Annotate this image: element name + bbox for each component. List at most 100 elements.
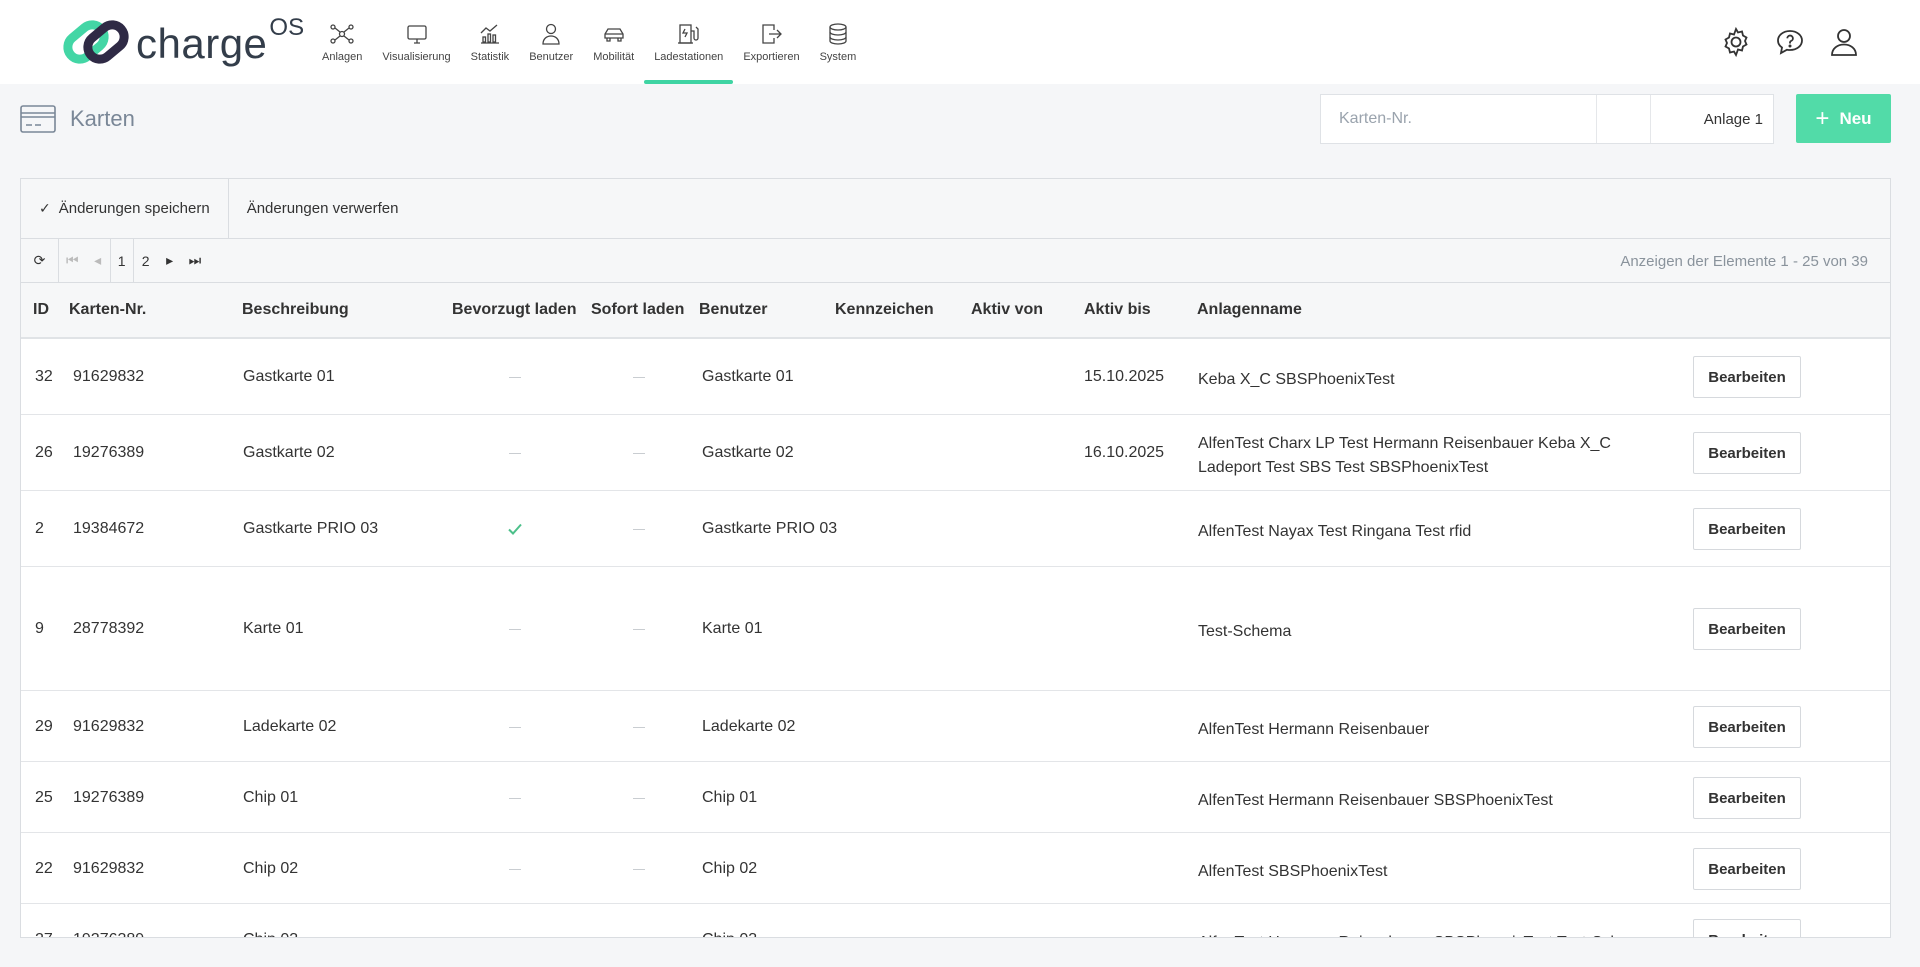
- nav-item-system[interactable]: System: [810, 0, 867, 84]
- check-icon: ✓: [39, 200, 51, 216]
- table-row[interactable]: 32 91629832 Gastkarte 01 Gastkarte 01 15.10.…: [21, 339, 1890, 415]
- edit-button[interactable]: Bearbeiten: [1693, 356, 1801, 398]
- car-icon: [604, 28, 624, 42]
- gear-icon[interactable]: [1720, 26, 1752, 58]
- col-id[interactable]: ID: [33, 301, 49, 319]
- nav-item-anlagen[interactable]: Anlagen: [312, 0, 372, 84]
- table-row[interactable]: 9 28778392 Karte 01 Karte 01 Test-Schema Bear…: [21, 567, 1890, 691]
- col-active-from[interactable]: Aktiv von: [971, 301, 1043, 319]
- search-divider: [1596, 95, 1651, 143]
- edit-button[interactable]: Bearbeiten: [1693, 508, 1801, 550]
- cell-plant: AlfenTest Nayax Test Ringana Test rfid: [1198, 523, 1472, 540]
- nav-item-statistik[interactable]: Statistik: [461, 0, 520, 84]
- table-row[interactable]: 25 19276389 Chip 01 Chip 01 AlfenTest Herman…: [21, 762, 1890, 833]
- prev-page-icon[interactable]: ◂: [86, 239, 110, 283]
- cell-plant: AlfenTest Hermann Reisenbauer: [1198, 721, 1430, 738]
- table-row[interactable]: 2 19384672 Gastkarte PRIO 03 Gastkarte PRIO…: [21, 491, 1890, 567]
- logo-superscript: OS: [269, 14, 305, 41]
- card-icon: [20, 105, 56, 133]
- edit-button[interactable]: Bearbeiten: [1693, 919, 1801, 937]
- pager: ⟳ ⏮ ◂ 1 2 ▸ ⏭ Anzeigen der Elemente 1 - …: [21, 238, 1890, 283]
- col-plate[interactable]: Kennzeichen: [835, 301, 934, 319]
- col-instant[interactable]: Sofort laden: [591, 301, 684, 319]
- cell-plant: AlfenTest SBSPhoenixTest: [1198, 863, 1388, 880]
- cell-plant: Test-Schema: [1198, 623, 1292, 640]
- grid-toolbar: ✓ Änderungen speichern Änderungen verwer…: [21, 179, 1890, 239]
- nav-label: Anlagen: [322, 51, 363, 63]
- chargeos-logo[interactable]: charge OS: [60, 14, 305, 68]
- nav-label: Exportieren: [743, 51, 800, 63]
- refresh-icon[interactable]: ⟳: [21, 238, 59, 283]
- cell-id: 26: [35, 444, 53, 461]
- cell-description: Karte 01: [243, 620, 304, 637]
- instant-dash-icon: [633, 453, 645, 454]
- col-card-no[interactable]: Karten-Nr.: [69, 301, 146, 319]
- cell-description: Ladekarte 02: [243, 718, 337, 735]
- priority-dash-icon: [509, 453, 521, 454]
- cell-id: 2: [35, 520, 44, 537]
- nav-item-mobilitaet[interactable]: Mobilität: [583, 0, 644, 84]
- page-heading: Karten: [20, 104, 135, 134]
- card-number-search-input[interactable]: [1321, 95, 1596, 143]
- col-description[interactable]: Beschreibung: [242, 301, 349, 319]
- nav-label: Benutzer: [529, 51, 574, 63]
- cell-plant: Keba X_C SBSPhoenixTest: [1198, 371, 1395, 388]
- search-bar: Anlage 1: [1320, 94, 1774, 144]
- nav-item-ladestationen[interactable]: Ladestationen: [644, 0, 734, 84]
- page-button-2[interactable]: 2: [134, 239, 158, 283]
- instant-dash-icon: [633, 798, 645, 799]
- save-changes-label: Änderungen speichern: [58, 200, 210, 217]
- account-icon[interactable]: [1828, 26, 1860, 58]
- new-button-label: Neu: [1839, 108, 1872, 128]
- table-row[interactable]: 27 19276389 Chip 03 Chip 03 AlfenTest Herman…: [21, 904, 1890, 937]
- export-icon: [762, 24, 783, 44]
- edit-button[interactable]: Bearbeiten: [1693, 848, 1801, 890]
- help-chat-icon[interactable]: [1774, 26, 1806, 58]
- col-user[interactable]: Benutzer: [699, 301, 767, 319]
- nav-label: Visualisierung: [382, 51, 451, 63]
- cell-card-no: 28778392: [73, 620, 145, 637]
- edit-button[interactable]: Bearbeiten: [1693, 777, 1801, 819]
- cell-id: 22: [35, 860, 53, 877]
- cards-grid: ✓ Änderungen speichern Änderungen verwer…: [20, 178, 1891, 938]
- cell-id: 27: [35, 931, 53, 937]
- col-active-to[interactable]: Aktiv bis: [1084, 301, 1151, 319]
- first-page-icon[interactable]: ⏮: [59, 239, 86, 283]
- cell-active-to: 16.10.2025: [1084, 444, 1165, 461]
- logo-text: charge: [136, 20, 268, 67]
- table-row[interactable]: 26 19276389 Gastkarte 02 Gastkarte 02 16.10.…: [21, 415, 1890, 491]
- cell-id: 9: [35, 620, 44, 637]
- user-icon: [542, 23, 560, 45]
- nav-item-benutzer[interactable]: Benutzer: [519, 0, 583, 84]
- cell-user: Chip 02: [702, 860, 758, 877]
- cell-user: Chip 03: [702, 931, 757, 937]
- next-page-icon[interactable]: ▸: [158, 239, 182, 283]
- nav-item-visualisierung[interactable]: Visualisierung: [372, 0, 460, 84]
- cell-description: Gastkarte PRIO 03: [243, 520, 379, 537]
- table-body: 32 91629832 Gastkarte 01 Gastkarte 01 15.10.…: [21, 339, 1890, 937]
- save-changes-button[interactable]: ✓ Änderungen speichern: [21, 179, 229, 238]
- discard-changes-button[interactable]: Änderungen verwerfen: [229, 179, 417, 238]
- table-row[interactable]: 29 91629832 Ladekarte 02 Ladekarte 02 AlfenT…: [21, 691, 1890, 762]
- cell-plant: AlfenTest Hermann Reisenbauer SBSPhoenix…: [1198, 931, 1668, 937]
- table-row[interactable]: 22 91629832 Chip 02 Chip 02 AlfenTest SBSPho…: [21, 833, 1890, 904]
- nav-label: System: [819, 51, 857, 63]
- cell-user: Gastkarte 01: [702, 368, 794, 385]
- cell-user: Gastkarte PRIO 03: [702, 520, 838, 537]
- page-button-1[interactable]: 1: [109, 238, 134, 283]
- edit-button[interactable]: Bearbeiten: [1693, 608, 1801, 650]
- edit-button[interactable]: Bearbeiten: [1693, 432, 1801, 474]
- edit-button[interactable]: Bearbeiten: [1693, 706, 1801, 748]
- last-page-icon[interactable]: ⏭: [182, 239, 209, 283]
- top-navigation-bar: charge OS Anlagen Visualisierung Statist…: [0, 0, 1920, 84]
- col-priority[interactable]: Bevorzugt laden: [452, 301, 576, 319]
- cell-description: Chip 01: [243, 789, 299, 806]
- plant-filter-value: Anlage 1: [1703, 110, 1763, 128]
- cell-description: Chip 03: [243, 931, 298, 937]
- plant-filter-select[interactable]: Anlage 1: [1651, 95, 1773, 143]
- col-plant[interactable]: Anlagenname: [1197, 301, 1302, 319]
- nav-item-exportieren[interactable]: Exportieren: [733, 0, 809, 84]
- logo-link-icon: [63, 20, 129, 64]
- new-card-button[interactable]: + Neu: [1796, 94, 1891, 143]
- plus-icon: +: [1815, 104, 1830, 132]
